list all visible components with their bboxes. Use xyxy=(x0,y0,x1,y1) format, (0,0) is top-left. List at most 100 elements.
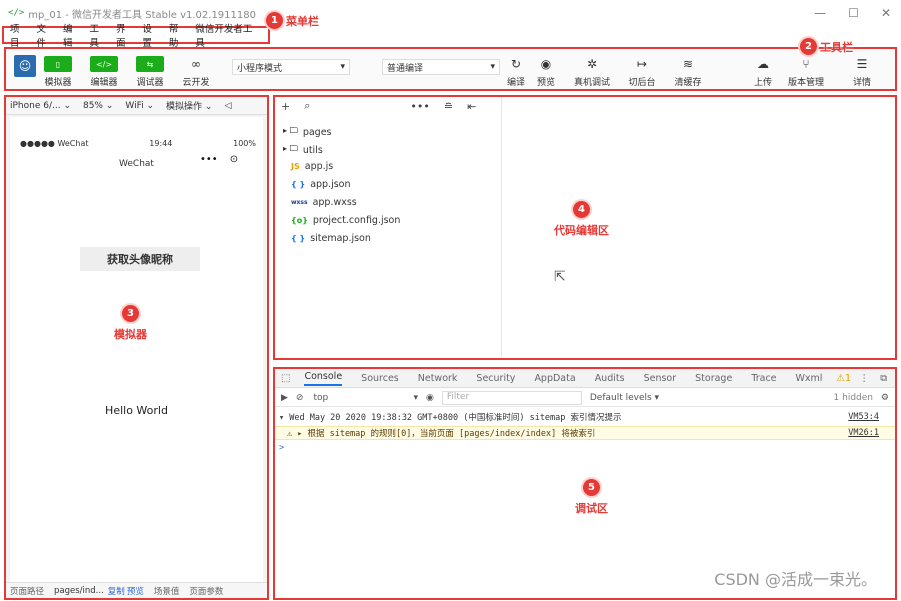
simulator-toolbar: iPhone 6/... ⌄ 85% ⌄ WiFi ⌄ 模拟操作 ⌄ ◁ xyxy=(6,97,267,115)
clear-console-icon[interactable]: ⊘ xyxy=(296,393,304,403)
context-select[interactable]: top xyxy=(313,393,413,403)
tree-item-app-wxss[interactable]: wxss app.wxss xyxy=(291,197,357,208)
user-avatar[interactable]: ☺ xyxy=(14,55,36,77)
zoom-select[interactable]: 85% ⌄ xyxy=(83,101,113,111)
minimize-button[interactable]: — xyxy=(814,6,826,20)
search-icon[interactable]: ⌕ xyxy=(304,99,310,113)
cloud-dev-button[interactable]: ∞ 云开发 xyxy=(182,56,210,88)
csdn-watermark: CSDN @活成一束光。 xyxy=(714,570,877,589)
code-editor[interactable]: 4 代码编辑区 ⇱ xyxy=(501,97,895,358)
volume-icon[interactable]: ◁ xyxy=(224,101,231,111)
annotation-debug: 5 调试区 xyxy=(575,479,608,516)
menu-item-edit[interactable]: 编辑 xyxy=(63,21,81,49)
tab-console[interactable]: Console xyxy=(304,371,343,386)
source-link[interactable]: VM53:4 xyxy=(848,412,879,422)
tree-item-utils[interactable]: ▸ 🗀 utils xyxy=(283,143,323,157)
tab-appdata[interactable]: AppData xyxy=(534,373,575,384)
wxss-file-icon: wxss xyxy=(291,199,308,206)
more-dots-icon[interactable]: ••• xyxy=(200,154,218,165)
levels-select[interactable]: Default levels ▾ xyxy=(590,393,659,403)
copy-link[interactable]: 复制 xyxy=(108,585,125,597)
params-link[interactable]: 页面参数 xyxy=(189,585,223,597)
tab-storage[interactable]: Storage xyxy=(695,373,732,384)
device-select[interactable]: iPhone 6/... ⌄ xyxy=(10,101,71,111)
more-icon[interactable]: ••• xyxy=(410,100,429,113)
menu-item-file[interactable]: 文件 xyxy=(36,21,54,49)
close-circle-icon[interactable]: ⊙ xyxy=(230,154,238,165)
tree-item-pages[interactable]: ▸ 🗀 pages xyxy=(283,125,332,139)
compile-mode-select[interactable]: 普通编译 ▾ xyxy=(382,59,500,75)
editor-toggle-button[interactable]: </> 编辑器 xyxy=(90,56,118,88)
operation-select[interactable]: 模拟操作 ⌄ xyxy=(166,99,212,112)
settings-gear-icon[interactable]: ⚙ xyxy=(881,393,889,403)
menu-item-help[interactable]: 帮助 xyxy=(169,21,187,49)
menu-item-settings[interactable]: 设置 xyxy=(142,21,160,49)
tab-security[interactable]: Security xyxy=(476,373,515,384)
menu-item-tools[interactable]: 工具 xyxy=(89,21,107,49)
json-file-icon: { } xyxy=(291,234,306,243)
add-file-icon[interactable]: + xyxy=(281,100,290,113)
sort-icon[interactable]: ≘ xyxy=(444,100,453,113)
folder-icon: ▸ 🗀 xyxy=(283,144,298,153)
tab-sources[interactable]: Sources xyxy=(361,373,399,384)
kebab-menu-icon[interactable]: ⋮ xyxy=(860,373,870,384)
maximize-button[interactable]: ☐ xyxy=(848,6,859,20)
sidebar-toggle-icon[interactable]: ▶ xyxy=(281,393,288,403)
network-select[interactable]: WiFi ⌄ xyxy=(125,101,154,111)
tree-item-sitemap-json[interactable]: { } sitemap.json xyxy=(291,233,371,244)
compile-button[interactable]: ↻ 编译 xyxy=(502,56,530,88)
inspect-icon[interactable]: ⬚ xyxy=(281,373,290,384)
toolbar: ☺ ▯ 模拟器 </> 编辑器 ⇆ 调试器 ∞ 云开发 小程序模式 ▾ 普通编译 ▾… xyxy=(4,47,897,91)
simulator-panel: iPhone 6/... ⌄ 85% ⌄ WiFi ⌄ 模拟操作 ⌄ ◁ ●●●… xyxy=(4,95,269,600)
menu-bar: 项目 文件 编辑 工具 界面 设置 帮助 微信开发者工具 xyxy=(2,24,270,49)
annotation-menubar: 1 菜单栏 xyxy=(266,12,319,29)
tree-item-app-json[interactable]: { } app.json xyxy=(291,179,351,190)
tab-audits[interactable]: Audits xyxy=(595,373,625,384)
branch-icon: ⑂ xyxy=(802,57,810,71)
filter-input[interactable]: Filter xyxy=(441,390,582,405)
js-file-icon: JS xyxy=(291,162,300,171)
file-tree-panel: + ⌕ ••• ≘ ⇤ ▸ 🗀 pages ▸ 🗀 utils JS app.js {… xyxy=(275,97,501,358)
tab-sensor[interactable]: Sensor xyxy=(644,373,677,384)
tab-trace[interactable]: Trace xyxy=(751,373,776,384)
debugger-toggle-button[interactable]: ⇆ 调试器 xyxy=(136,56,164,88)
undock-icon[interactable]: ⧉ xyxy=(880,373,887,384)
warning-count-badge[interactable]: ⚠1 xyxy=(836,373,851,384)
tree-item-app-js[interactable]: JS app.js xyxy=(291,161,333,172)
log-entry[interactable]: ▾ Wed May 20 2020 19:38:32 GMT+0800 (中国标… xyxy=(275,410,895,424)
console-prompt[interactable]: > xyxy=(275,441,895,455)
version-button[interactable]: ⑂ 版本管理 xyxy=(788,56,824,88)
tree-item-project-config[interactable]: {o} project.config.json xyxy=(291,215,400,226)
mode-select[interactable]: 小程序模式 ▾ xyxy=(232,59,350,75)
mouse-cursor-icon: ⇱ xyxy=(554,269,566,285)
warning-entry[interactable]: ⚠ ▸ 根据 sitemap 的规则[0]，当前页面 [pages/index/… xyxy=(275,426,895,440)
upload-button[interactable]: ☁ 上传 xyxy=(749,56,777,88)
background-button[interactable]: ↦ 切后台 xyxy=(628,56,656,88)
clear-cache-button[interactable]: ≋ 清缓存 xyxy=(674,56,702,88)
eye-icon[interactable]: ◉ xyxy=(426,393,434,403)
simulator-toggle-button[interactable]: ▯ 模拟器 xyxy=(44,56,72,88)
app-logo-icon: </> xyxy=(8,8,25,18)
menu-item-view[interactable]: 界面 xyxy=(116,21,134,49)
debug-tabs: ⬚ Console Sources Network Security AppDa… xyxy=(275,369,895,388)
collapse-icon[interactable]: ⇤ xyxy=(467,100,476,113)
menu-item-wechat-devtools[interactable]: 微信开发者工具 xyxy=(195,21,260,49)
cloud-link-icon: ∞ xyxy=(191,57,201,71)
details-button[interactable]: ☰ 详情 xyxy=(848,56,876,88)
annotation-simulator: 3 模拟器 xyxy=(114,305,147,342)
title-bar: </> mp_01 - 微信开发者工具 Stable v1.02.1911180… xyxy=(0,0,901,26)
context-dropdown-icon[interactable]: ▾ xyxy=(413,393,418,403)
scene-link[interactable]: 场景值 xyxy=(154,585,180,597)
capsule-menu[interactable]: ••• ⊙ xyxy=(200,154,238,165)
menu-item-project[interactable]: 项目 xyxy=(10,21,28,49)
tab-network[interactable]: Network xyxy=(418,373,458,384)
preview-link[interactable]: 预览 xyxy=(127,585,144,597)
preview-button[interactable]: ◉ 预览 xyxy=(532,56,560,88)
annotation-toolbar: 2 工具栏 xyxy=(800,38,853,55)
close-button[interactable]: ✕ xyxy=(881,6,891,20)
device-debug-button[interactable]: ✲ 真机调试 xyxy=(574,56,610,88)
cloud-upload-icon: ☁ xyxy=(757,57,769,71)
tab-wxml[interactable]: Wxml xyxy=(796,373,823,384)
source-link[interactable]: VM26:1 xyxy=(848,428,879,438)
get-nickname-button[interactable]: 获取头像昵称 xyxy=(80,247,200,271)
